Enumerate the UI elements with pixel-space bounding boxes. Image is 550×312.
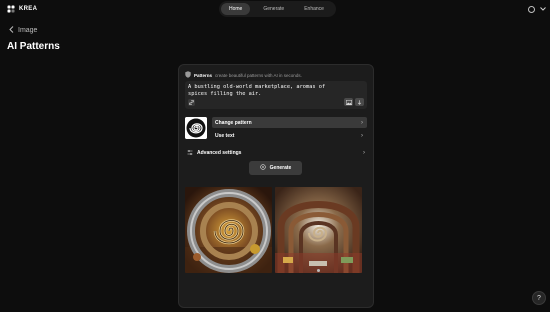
- advanced-settings-label: Advanced settings: [197, 150, 242, 156]
- pagination-dot[interactable]: [317, 269, 320, 272]
- shield-icon: [185, 71, 191, 79]
- prompt-text[interactable]: A bustling old-world marketplace, aromas…: [188, 84, 343, 98]
- image-icon[interactable]: [344, 98, 353, 106]
- user-menu[interactable]: [528, 6, 546, 13]
- sparkle-icon: [259, 164, 266, 172]
- advanced-settings-left: Advanced settings: [187, 149, 242, 157]
- krea-logo-icon: [7, 5, 15, 13]
- generate-button[interactable]: Generate: [249, 161, 302, 175]
- result-image-1[interactable]: [185, 187, 272, 273]
- panel-subtitle: create beautiful patterns with AI in sec…: [215, 72, 302, 78]
- chevron-right-icon: ›: [361, 132, 363, 139]
- tab-enhance[interactable]: Enhance: [296, 3, 332, 15]
- arrow-down-icon[interactable]: [355, 98, 364, 106]
- use-text-option[interactable]: Use text ›: [212, 130, 367, 141]
- spiral-pattern-icon[interactable]: [185, 117, 207, 139]
- patterns-panel: Patterns create beautiful patterns with …: [178, 64, 374, 308]
- tab-home[interactable]: Home: [221, 3, 251, 15]
- back-link[interactable]: Image: [9, 26, 37, 35]
- top-bar: KREA Home Generate Enhance: [0, 0, 550, 20]
- panel-header: Patterns create beautiful patterns with …: [185, 71, 302, 79]
- prompt-input[interactable]: A bustling old-world marketplace, aromas…: [185, 81, 367, 109]
- chevron-right-icon: ›: [361, 119, 363, 126]
- main-nav: Home Generate Enhance: [219, 1, 336, 17]
- tab-generate[interactable]: Generate: [255, 3, 292, 15]
- prompt-actions: [344, 98, 364, 106]
- change-pattern-label: Change pattern: [215, 119, 252, 126]
- chevron-left-icon: [9, 26, 14, 35]
- change-pattern-option[interactable]: Change pattern ›: [212, 117, 367, 128]
- back-label: Image: [18, 27, 38, 34]
- avatar[interactable]: [528, 6, 535, 13]
- link-icon[interactable]: [188, 99, 195, 106]
- results-grid: [185, 187, 368, 273]
- generate-label: Generate: [269, 165, 292, 171]
- use-text-label: Use text: [215, 132, 235, 139]
- help-button[interactable]: ?: [532, 291, 546, 305]
- logo[interactable]: KREA: [7, 5, 37, 13]
- help-icon: ?: [537, 294, 541, 302]
- chevron-right-icon: ›: [363, 150, 365, 156]
- result-image-2[interactable]: [275, 187, 362, 273]
- panel-title: Patterns: [194, 72, 213, 78]
- sliders-icon: [187, 149, 193, 157]
- chevron-down-icon[interactable]: [540, 6, 546, 13]
- logo-text: KREA: [19, 6, 38, 12]
- advanced-settings[interactable]: Advanced settings ›: [187, 149, 365, 157]
- page-title: AI Patterns: [7, 41, 60, 52]
